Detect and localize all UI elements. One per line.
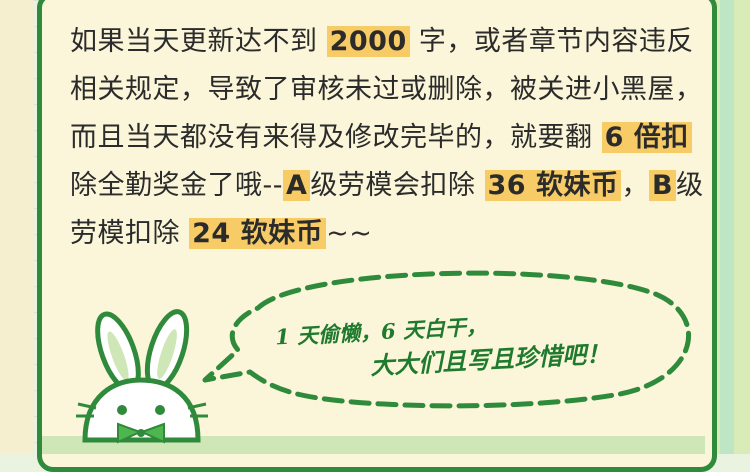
mascot-and-bubble <box>76 270 691 444</box>
bunny-mascot-icon <box>76 309 208 443</box>
